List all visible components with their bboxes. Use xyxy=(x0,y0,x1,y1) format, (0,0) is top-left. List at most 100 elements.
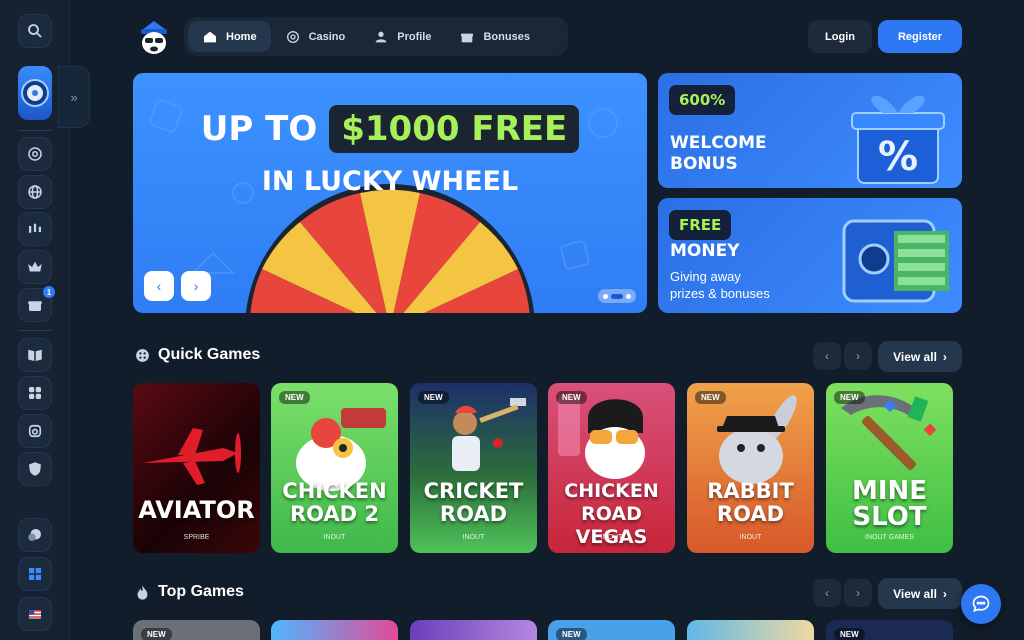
new-badge: NEW xyxy=(556,628,587,640)
game-title-line: RABBIT xyxy=(707,479,794,503)
casino-chip-icon xyxy=(286,30,299,43)
language-selector[interactable] xyxy=(18,597,52,631)
chevron-left-icon: ‹ xyxy=(825,586,829,600)
home-icon xyxy=(204,31,216,42)
sidebar-item-global[interactable] xyxy=(18,175,52,209)
nav-profile[interactable]: Profile xyxy=(359,21,445,52)
hero-next-button[interactable]: › xyxy=(181,271,211,301)
top-game-card[interactable]: NEW xyxy=(826,620,953,640)
plane-image xyxy=(143,428,241,485)
puzzle-icon xyxy=(29,387,41,399)
sidebar-item-games[interactable] xyxy=(18,376,52,410)
sidebar-item-vip[interactable] xyxy=(18,250,52,284)
sidebar-item-security[interactable] xyxy=(18,452,52,486)
main-nav: Home Casino Profile Bonuses xyxy=(184,17,568,56)
game-provider: INOUT xyxy=(600,534,623,541)
chevron-right-icon: › xyxy=(942,586,947,601)
site-logo[interactable] xyxy=(136,18,172,56)
game-card-chicken-road-2[interactable]: NEW CHICKEN ROAD 2 INOUT xyxy=(271,383,398,553)
casino-chip-icon xyxy=(28,147,42,161)
notification-badge: 1 xyxy=(43,286,55,298)
game-card-mine-slot[interactable]: NEW MINE SLOT INOUT GAMES xyxy=(826,383,953,553)
register-button[interactable]: Register xyxy=(878,20,962,53)
promo-tag: FREE xyxy=(669,210,732,240)
top-games-next-button[interactable]: › xyxy=(844,579,872,607)
hero-headline: UP TO $1000 FREE xyxy=(133,105,647,153)
game-provider: SPRIBE xyxy=(183,534,210,541)
login-button[interactable]: Login xyxy=(808,20,872,53)
lifebuoy-icon xyxy=(28,424,42,438)
top-game-card[interactable] xyxy=(410,620,537,640)
money-safe-image xyxy=(842,219,949,303)
game-title: CRICKET ROAD xyxy=(410,480,537,526)
sidebar-expand-button[interactable]: » xyxy=(58,66,90,128)
top-games-header: Top Games xyxy=(134,583,244,601)
game-title-line: SLOT xyxy=(852,502,927,532)
live-chat-button[interactable] xyxy=(961,584,1001,624)
game-card-chicken-road-vegas[interactable]: NEW CHICKEN ROAD VEGAS INOUT xyxy=(548,383,675,553)
promo-desc-line: Giving away xyxy=(670,269,741,284)
lucky-wheel-image xyxy=(245,184,535,313)
carousel-dot-active[interactable] xyxy=(611,293,623,299)
quick-games-prev-button[interactable]: ‹ xyxy=(813,342,841,370)
promo-title-line: WELCOME xyxy=(670,133,767,153)
chevron-right-icon: › xyxy=(856,349,860,363)
game-card-rabbit-road[interactable]: NEW RABBIT ROAD INOUT xyxy=(687,383,814,553)
wheel-icon xyxy=(21,79,49,107)
dice-icon xyxy=(136,348,149,362)
new-badge: NEW xyxy=(695,391,726,404)
game-title-line: CRICKET xyxy=(423,479,524,503)
promo-desc-line: prizes & bonuses xyxy=(670,286,770,301)
hero-subtitle: IN LUCKY WHEEL xyxy=(261,166,519,197)
carousel-dot[interactable] xyxy=(626,293,631,299)
top-game-card[interactable]: NEW xyxy=(133,620,260,640)
hero-prev-button[interactable]: ‹ xyxy=(144,271,174,301)
nav-casino[interactable]: Casino xyxy=(271,21,360,52)
new-badge: NEW xyxy=(834,391,865,404)
game-card-aviator[interactable]: AVIATOR SPRIBE xyxy=(133,383,260,553)
top-game-card[interactable]: NEW xyxy=(548,620,675,640)
game-title-line: ROAD 2 xyxy=(289,502,380,526)
lucky-wheel-button[interactable] xyxy=(18,66,52,120)
quick-games-header: Quick Games xyxy=(134,346,260,364)
game-title: CHICKEN ROAD 2 xyxy=(271,480,398,526)
search-button[interactable] xyxy=(18,14,52,48)
top-game-card[interactable] xyxy=(687,620,814,640)
game-provider: INOUT xyxy=(739,534,762,541)
chevron-right-icon: › xyxy=(856,586,860,600)
new-badge: NEW xyxy=(418,391,449,404)
sidebar-item-windows-app[interactable] xyxy=(18,557,52,591)
game-title: AVIATOR xyxy=(138,496,255,524)
quick-games-view-all[interactable]: View all › xyxy=(878,341,962,372)
gift-box-image: % xyxy=(851,95,945,184)
new-badge: NEW xyxy=(556,391,587,404)
promo-free-money[interactable]: FREE MONEY Giving away prizes & bonuses xyxy=(658,198,962,313)
gift-icon xyxy=(28,301,42,311)
game-card-cricket-road[interactable]: NEW CRICKET ROAD INOUT xyxy=(410,383,537,553)
nav-profile-label: Profile xyxy=(397,30,432,43)
nav-home[interactable]: Home xyxy=(188,21,271,52)
top-games-prev-button[interactable]: ‹ xyxy=(813,579,841,607)
search-icon xyxy=(28,24,42,38)
top-games-view-all[interactable]: View all › xyxy=(878,578,962,609)
sidebar-item-rules[interactable] xyxy=(18,338,52,372)
sidebar-item-chat[interactable] xyxy=(18,518,52,552)
windows-icon xyxy=(29,568,41,580)
nav-bonuses[interactable]: Bonuses xyxy=(445,21,543,52)
game-provider: INOUT xyxy=(462,534,485,541)
sidebar-item-support[interactable] xyxy=(18,414,52,448)
sidebar-item-gifts[interactable]: 1 xyxy=(18,286,55,322)
view-all-label: View all xyxy=(893,349,937,364)
new-badge: NEW xyxy=(834,628,865,640)
book-icon xyxy=(28,349,42,361)
top-game-card[interactable] xyxy=(271,620,398,640)
promo-tag: 600% xyxy=(669,85,736,115)
chevron-left-icon: ‹ xyxy=(825,349,829,363)
game-provider: INOUT GAMES xyxy=(865,534,914,541)
carousel-dot[interactable] xyxy=(603,293,608,299)
promo-welcome-bonus[interactable]: 600% WELCOME BONUS % xyxy=(658,73,962,188)
sidebar-item-trading[interactable] xyxy=(18,212,52,246)
quick-games-next-button[interactable]: › xyxy=(844,342,872,370)
logo-mascot-icon xyxy=(141,21,167,54)
sidebar-item-casino[interactable] xyxy=(18,137,52,171)
